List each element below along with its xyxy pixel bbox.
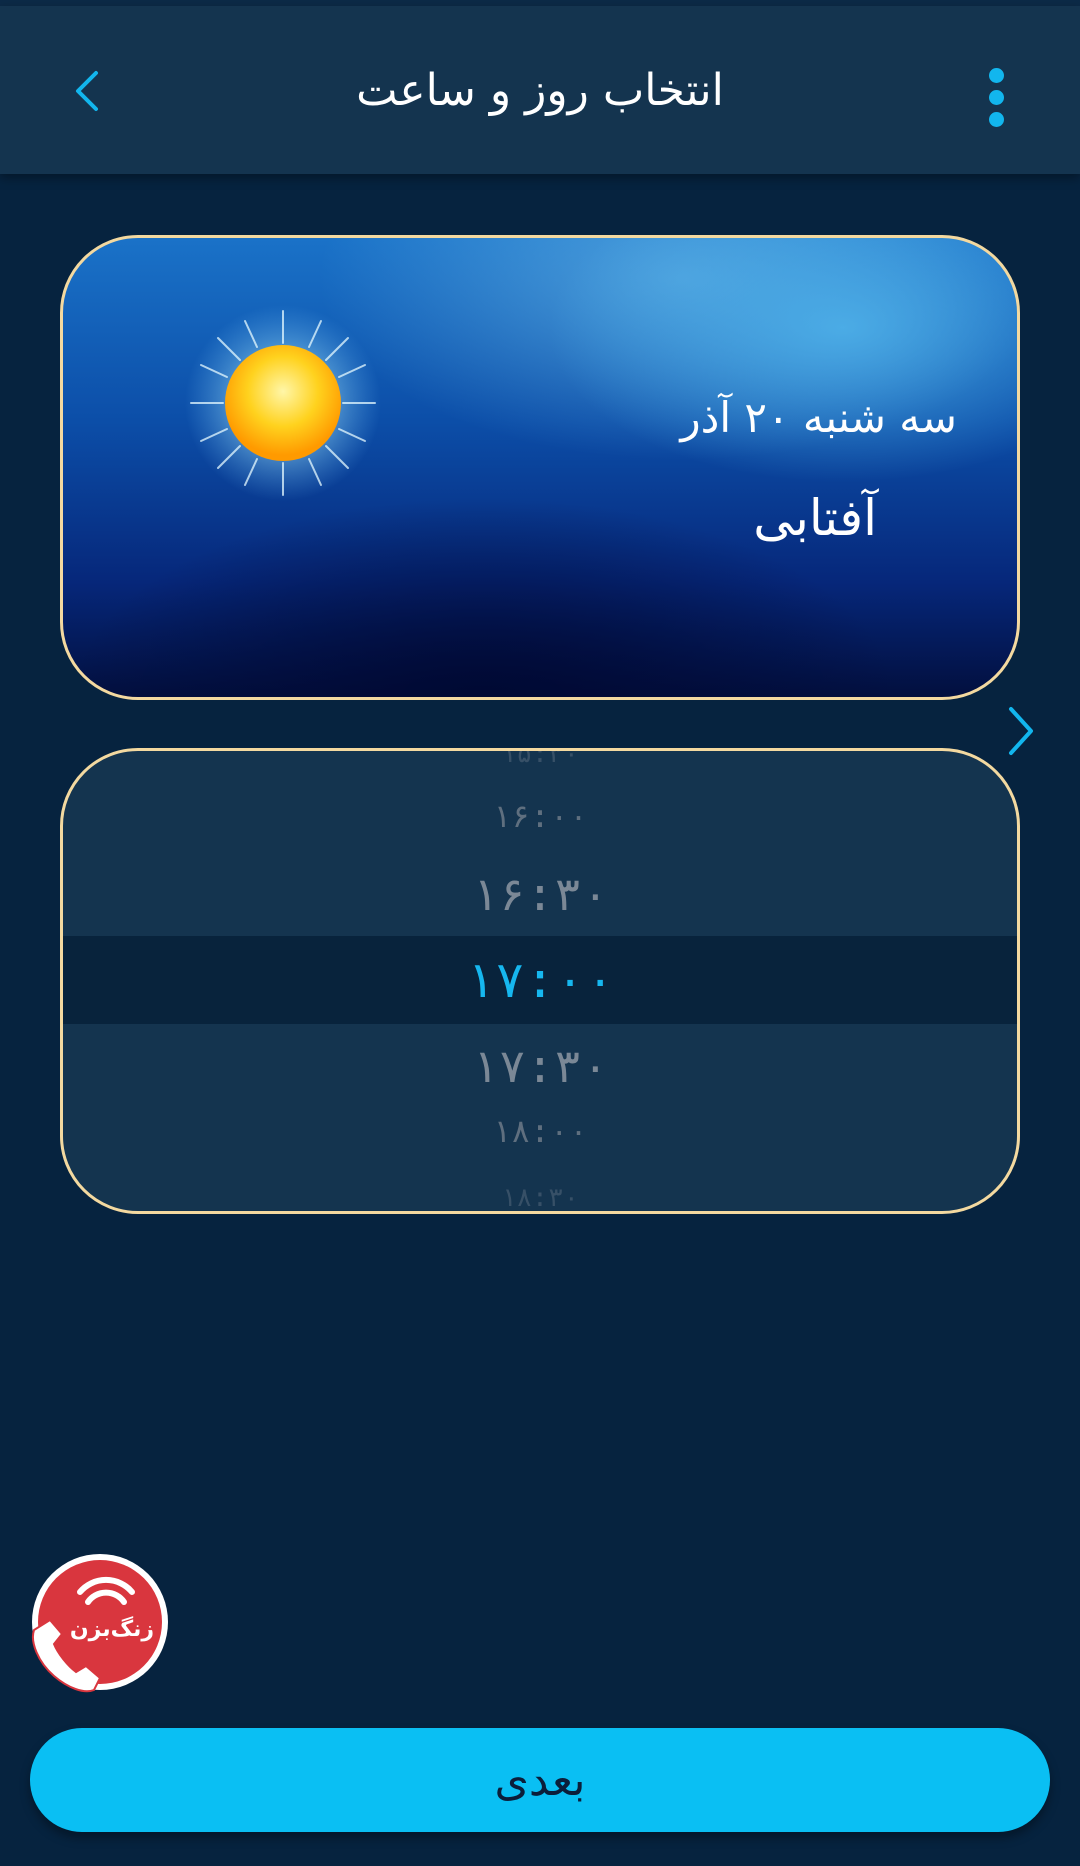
time-option[interactable]: ۱۷:۳۰ [63, 1031, 1017, 1101]
chevron-left-icon [76, 71, 98, 111]
page-title: انتخاب روز و ساعت [356, 65, 724, 116]
more-vert-icon-dot [988, 89, 1004, 105]
call-badge-label: زنگ‌بزن [70, 1615, 154, 1642]
more-vert-icon [988, 67, 1004, 83]
more-vert-icon-dot [988, 111, 1004, 127]
sun-icon [185, 305, 381, 501]
time-picker[interactable]: ۱۵:۳۰ ۱۶:۰۰ ۱۶:۳۰ ۱۷:۰۰ ۱۷:۳۰ ۱۸:۰۰ ۱۸:۳… [60, 748, 1020, 1214]
time-option[interactable]: ۱۸:۳۰ [63, 1183, 1017, 1211]
phone-icon: زنگ‌بزن [32, 1554, 168, 1693]
time-option[interactable]: ۱۶:۳۰ [63, 859, 1017, 929]
more-menu-button[interactable] [966, 62, 1026, 132]
time-option-selected[interactable]: ۱۷:۰۰ [63, 936, 1017, 1024]
back-button[interactable] [56, 56, 116, 126]
time-option[interactable]: ۱۶:۰۰ [63, 791, 1017, 841]
weather-date: سه شنبه ۲۰ آذر [680, 393, 957, 442]
next-button[interactable]: بعدی [30, 1728, 1050, 1832]
app-screen: انتخاب روز و ساعت سه شنبه ۲۰ آذر آفتابی … [0, 0, 1080, 1866]
time-option[interactable]: ۱۵:۳۰ [63, 751, 1017, 769]
time-option[interactable]: ۱۸:۰۰ [63, 1106, 1017, 1156]
app-header: انتخاب روز و ساعت [0, 6, 1080, 174]
weather-card: سه شنبه ۲۰ آذر آفتابی [60, 235, 1020, 700]
weather-condition: آفتابی [753, 489, 877, 547]
call-badge-button[interactable]: زنگ‌بزن [24, 1550, 170, 1696]
